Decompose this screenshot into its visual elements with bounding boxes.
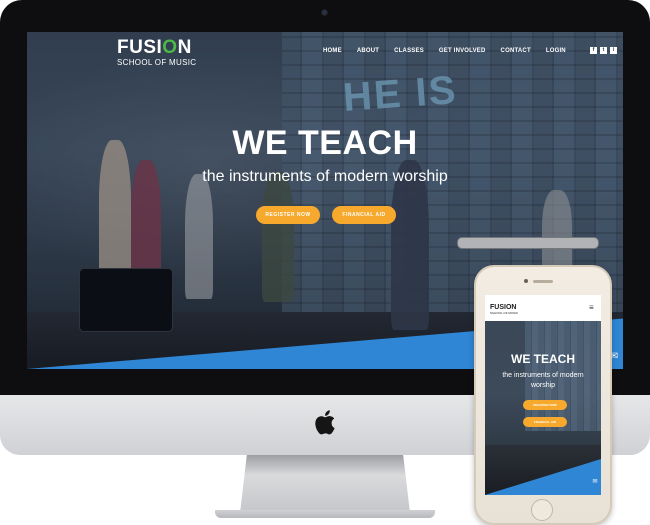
iphone-mockup: FUSION SCHOOL OF MUSIC ≡ WE TEACH the in… — [474, 265, 612, 525]
hamburger-menu-icon[interactable]: ≡ — [589, 303, 594, 312]
mobile-header: FUSION SCHOOL OF MUSIC ≡ — [485, 295, 601, 321]
logo-o-mark: O — [162, 37, 178, 58]
hero-subtitle: the instruments of modern worship — [202, 168, 448, 185]
mobile-mail-icon[interactable]: ✉ — [589, 476, 601, 489]
mobile-register-button[interactable]: REGISTER NOW — [523, 400, 567, 410]
home-button[interactable] — [531, 499, 553, 521]
nav-classes[interactable]: CLASSES — [394, 48, 424, 54]
logo-text-end: N — [177, 37, 192, 58]
nav-login[interactable]: LOGIN — [546, 48, 566, 54]
mobile-financial-aid-button[interactable]: FINANCIAL AID — [523, 417, 567, 427]
nav-get-involved[interactable]: GET INVOLVED — [439, 48, 486, 54]
social-links: f t i — [590, 47, 617, 54]
phone-speaker — [533, 280, 553, 283]
mobile-screen: FUSION SCHOOL OF MUSIC ≡ WE TEACH the in… — [485, 295, 601, 495]
imac-stand — [240, 455, 410, 513]
instagram-icon[interactable]: i — [610, 47, 617, 54]
hero-title: WE TEACH — [232, 124, 418, 162]
mobile-logo[interactable]: FUSION — [490, 304, 516, 311]
site-logo[interactable]: FUSION SCHOOL OF MUSIC — [117, 38, 197, 68]
nav-about[interactable]: ABOUT — [357, 48, 379, 54]
imac-stand-foot — [215, 510, 435, 518]
mobile-hero-title: WE TEACH — [511, 352, 575, 366]
apple-logo-icon — [308, 405, 342, 439]
register-now-button[interactable]: REGISTER NOW — [256, 206, 320, 224]
nav-home[interactable]: HOME — [323, 48, 342, 54]
logo-wordmark: FUSION — [117, 38, 196, 58]
mobile-logo-tagline: SCHOOL OF MUSIC — [490, 311, 519, 315]
nav-contact[interactable]: CONTACT — [501, 48, 531, 54]
camera-icon — [322, 10, 327, 15]
twitter-icon[interactable]: t — [600, 47, 607, 54]
facebook-icon[interactable]: f — [590, 47, 597, 54]
financial-aid-button[interactable]: FINANCIAL AID — [332, 206, 396, 224]
logo-text-start: FUSI — [117, 37, 163, 58]
main-nav: HOME ABOUT CLASSES GET INVOLVED CONTACT … — [323, 48, 581, 54]
logo-tagline: SCHOOL OF MUSIC — [117, 58, 197, 67]
mobile-hero-subtitle: the instruments of modern worship — [502, 372, 584, 389]
apple-logo-svg — [315, 410, 335, 435]
phone-camera-icon — [524, 279, 528, 283]
